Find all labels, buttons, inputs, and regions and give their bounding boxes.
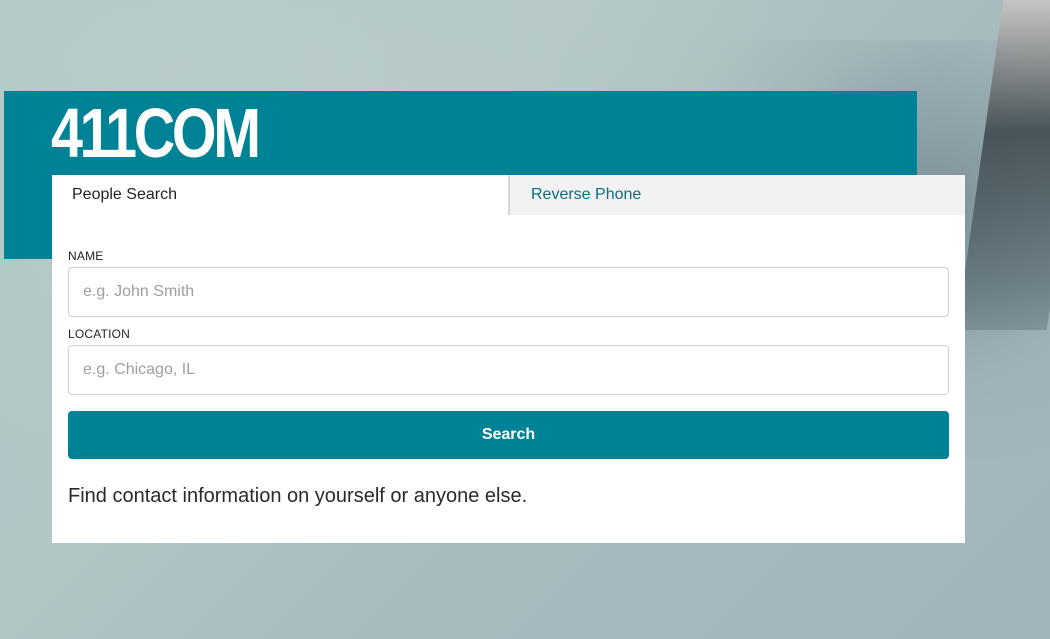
search-button[interactable]: Search [68, 411, 949, 459]
logo-text: 411COM [51, 94, 261, 172]
tab-people-search[interactable]: People Search [52, 175, 508, 215]
name-label: NAME [68, 249, 104, 263]
tab-reverse-phone[interactable]: Reverse Phone [508, 175, 965, 215]
tab-people-search-label: People Search [72, 186, 177, 203]
location-input[interactable] [68, 345, 949, 395]
tab-reverse-phone-label: Reverse Phone [531, 186, 642, 203]
site-logo[interactable]: 411COM [51, 94, 261, 172]
search-card: People Search Reverse Phone NAME LOCATIO… [52, 175, 965, 543]
search-tabs: People Search Reverse Phone [52, 175, 965, 215]
location-label: LOCATION [68, 327, 131, 341]
name-input[interactable] [68, 267, 949, 317]
tagline: Find contact information on yourself or … [68, 485, 528, 507]
